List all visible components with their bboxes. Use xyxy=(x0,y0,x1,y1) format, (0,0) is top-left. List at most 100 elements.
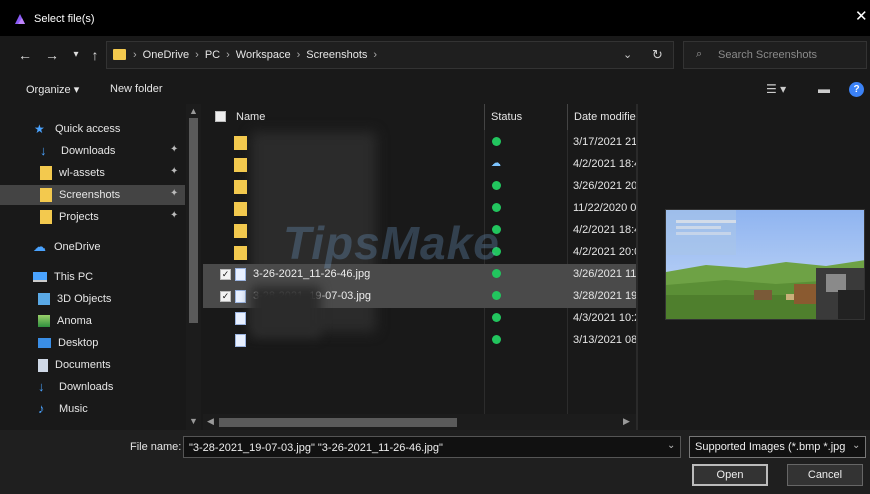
status-synced-icon xyxy=(492,203,501,212)
download-icon: ↓ xyxy=(40,143,47,158)
file-list: ⌃ Name Status Date modifie 3/17/2021 21:… xyxy=(203,104,636,430)
scrollbar-thumb[interactable] xyxy=(219,418,457,427)
sidebar-item-wl-assets[interactable]: wl-assets ✦ xyxy=(0,163,185,183)
download-icon: ↓ xyxy=(38,379,45,394)
up-arrow-icon[interactable]: ↑ xyxy=(87,46,103,64)
file-row[interactable]: ☁ 4/2/2021 18:4 xyxy=(203,154,636,176)
sidebar-item-label: OneDrive xyxy=(54,241,101,253)
breadcrumb-separator[interactable]: › xyxy=(195,49,199,61)
status-synced-icon xyxy=(492,291,501,300)
sidebar-item-downloads-pc[interactable]: ↓ Downloads xyxy=(0,377,185,397)
breadcrumb-workspace[interactable]: Workspace xyxy=(236,49,291,61)
folder-icon xyxy=(234,136,247,150)
status-synced-icon xyxy=(492,313,501,322)
folder-icon xyxy=(40,166,52,180)
scroll-left-icon[interactable]: ◀ xyxy=(207,416,214,427)
file-row[interactable]: 4/2/2021 18:4 xyxy=(203,220,636,242)
address-dropdown-icon[interactable]: ⌄ xyxy=(623,48,632,61)
preview-image xyxy=(665,209,865,320)
sidebar-item-downloads[interactable]: ↓ Downloads ✦ xyxy=(0,141,185,161)
chevron-down-icon[interactable]: ⌄ xyxy=(852,440,860,451)
help-icon[interactable]: ? xyxy=(849,82,864,97)
sidebar-item-label: Projects xyxy=(59,211,99,223)
sidebar-item-onedrive[interactable]: ☁ OneDrive xyxy=(0,237,185,257)
row-checkbox[interactable]: ✓ xyxy=(220,269,231,280)
preview-pane-icon[interactable]: ▬ xyxy=(818,82,830,96)
computer-icon xyxy=(33,272,47,282)
folder-icon xyxy=(40,188,52,202)
date-modified: 3/26/2021 20: xyxy=(573,180,636,192)
sidebar-item-screenshots[interactable]: Screenshots ✦ xyxy=(0,185,185,205)
folder-icon xyxy=(234,202,247,216)
file-row[interactable]: 4/2/2021 20:0 xyxy=(203,242,636,264)
select-all-checkbox[interactable] xyxy=(215,111,226,122)
recent-locations-icon[interactable]: ▾ xyxy=(68,46,84,64)
sidebar-item-documents[interactable]: Documents xyxy=(0,355,185,375)
column-header-date-modified[interactable]: Date modifie xyxy=(574,104,636,130)
file-name-combobox[interactable]: ⌄ xyxy=(183,436,681,458)
file-row[interactable]: 3/26/2021 20: xyxy=(203,176,636,198)
open-button[interactable]: Open xyxy=(692,464,768,486)
column-divider[interactable] xyxy=(567,104,568,130)
navigation-bar: ← → ▾ ↑ › OneDrive › PC › Workspace › Sc… xyxy=(0,36,870,76)
column-divider[interactable] xyxy=(484,104,485,130)
new-folder-button[interactable]: New folder xyxy=(110,83,163,95)
breadcrumb-separator[interactable]: › xyxy=(297,49,301,61)
file-row-selected[interactable]: ✓ 3-26-2021_11-26-46.jpg 3/26/2021 11: xyxy=(203,264,636,286)
file-type-select[interactable]: Supported Images (*.bmp *.jpg ⌄ xyxy=(689,436,866,458)
breadcrumb-separator[interactable]: › xyxy=(373,49,377,61)
minecraft-screenshot-preview xyxy=(666,210,864,319)
chevron-down-icon[interactable]: ⌄ xyxy=(667,440,675,451)
navigation-pane-scrollbar[interactable]: ▲ ▼ xyxy=(186,104,201,430)
search-input[interactable] xyxy=(718,47,858,63)
back-arrow-icon[interactable]: ← xyxy=(17,46,33,64)
file-name-input[interactable] xyxy=(189,440,659,455)
breadcrumb-separator[interactable]: › xyxy=(226,49,230,61)
app-icon xyxy=(15,14,25,24)
file-row[interactable]: 3/17/2021 21: xyxy=(203,132,636,154)
preview-pane xyxy=(638,104,870,430)
sidebar-item-projects[interactable]: Projects ✦ xyxy=(0,207,185,227)
search-box[interactable]: ⌕ xyxy=(683,41,867,69)
folder-icon xyxy=(234,158,247,172)
forward-arrow-icon[interactable]: → xyxy=(44,46,60,64)
breadcrumb-separator: › xyxy=(133,49,137,61)
file-name: 3-26-2021_11-26-46.jpg xyxy=(253,268,371,280)
sidebar-item-quick-access[interactable]: ★ Quick access xyxy=(0,119,185,139)
date-modified: 4/2/2021 18:4 xyxy=(573,224,636,236)
refresh-icon[interactable]: ↻ xyxy=(652,47,663,63)
view-options-icon[interactable]: ☰ ▾ xyxy=(766,82,786,96)
sidebar-item-label: wl-assets xyxy=(59,167,105,179)
sort-ascending-icon: ⌃ xyxy=(345,104,354,111)
sidebar-item-3d-objects[interactable]: 3D Objects xyxy=(0,289,185,309)
scroll-down-icon[interactable]: ▼ xyxy=(189,416,198,426)
scrollbar-thumb[interactable] xyxy=(189,118,198,323)
sidebar-item-label: Screenshots xyxy=(59,189,121,201)
close-icon[interactable]: ✕ xyxy=(855,9,868,24)
sidebar-item-this-pc[interactable]: This PC xyxy=(0,267,185,287)
title-bar: Select file(s) ✕ xyxy=(0,0,870,36)
organize-menu[interactable]: Organize ▾ xyxy=(26,83,79,96)
column-header-name[interactable]: Name xyxy=(236,104,265,130)
address-bar[interactable]: › OneDrive › PC › Workspace › Screenshot… xyxy=(106,41,674,69)
command-bar: Organize ▾ New folder ☰ ▾ ▬ ? xyxy=(0,76,870,104)
breadcrumb-screenshots[interactable]: Screenshots xyxy=(306,49,367,61)
breadcrumb-onedrive[interactable]: OneDrive xyxy=(143,49,189,61)
cancel-button[interactable]: Cancel xyxy=(787,464,863,486)
sidebar-item-desktop[interactable]: Desktop xyxy=(0,333,185,353)
date-modified: 3/17/2021 21: xyxy=(573,136,636,148)
file-row[interactable]: 11/22/2020 0( xyxy=(203,198,636,220)
folder-icon xyxy=(40,210,52,224)
scroll-right-icon[interactable]: ▶ xyxy=(623,416,630,427)
file-row[interactable]: 4/3/2021 10:2 xyxy=(203,308,636,330)
row-checkbox[interactable]: ✓ xyxy=(220,291,231,302)
horizontal-scrollbar[interactable]: ◀ ▶ xyxy=(203,414,636,430)
file-row[interactable]: 3/13/2021 08: xyxy=(203,330,636,352)
window-title: Select file(s) xyxy=(34,13,95,25)
sidebar-item-anoma[interactable]: Anoma xyxy=(0,311,185,331)
scroll-up-icon[interactable]: ▲ xyxy=(189,106,198,116)
sidebar-item-music[interactable]: ♪ Music xyxy=(0,399,185,419)
document-icon xyxy=(38,358,48,372)
column-header-status[interactable]: Status xyxy=(491,104,522,130)
breadcrumb-pc[interactable]: PC xyxy=(205,49,220,61)
